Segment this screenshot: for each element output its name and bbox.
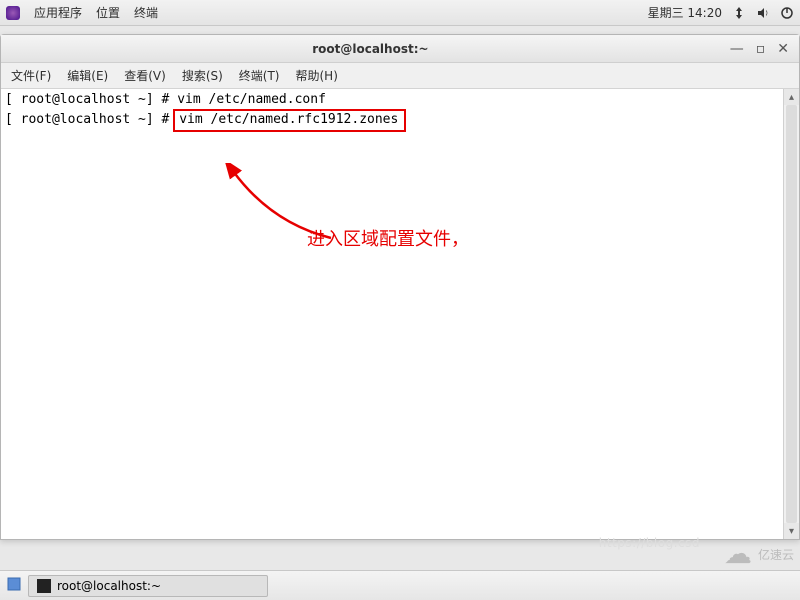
topbar-right: 星期三 14:20: [648, 4, 794, 21]
taskbar-entry-label: root@localhost:~: [57, 579, 161, 593]
menu-terminal[interactable]: 终端: [134, 4, 158, 21]
prompt-line-1: [ root@localhost ~] #: [5, 92, 177, 107]
brand-text: 亿速云: [758, 546, 794, 563]
network-icon[interactable]: [732, 6, 746, 20]
terminal-viewport[interactable]: [ root@localhost ~] # vim /etc/named.con…: [1, 89, 783, 539]
menubar: 文件(F) 编辑(E) 查看(V) 搜索(S) 终端(T) 帮助(H): [1, 63, 799, 89]
menu-help[interactable]: 帮助(H): [296, 67, 338, 84]
taskbar: root@localhost:~: [0, 570, 800, 600]
taskbar-entry[interactable]: root@localhost:~: [28, 575, 268, 597]
menu-view[interactable]: 查看(V): [124, 67, 166, 84]
topbar-left: 应用程序 位置 终端: [6, 4, 158, 21]
terminal-icon: [37, 579, 51, 593]
command-highlight-box: vim /etc/named.rfc1912.zones: [173, 109, 406, 132]
scroll-down-button[interactable]: ▾: [784, 523, 799, 539]
menu-places[interactable]: 位置: [96, 4, 120, 21]
vertical-scrollbar[interactable]: ▴ ▾: [783, 89, 799, 539]
close-button[interactable]: ✕: [777, 42, 789, 56]
desktop-topbar: 应用程序 位置 终端 星期三 14:20: [0, 0, 800, 26]
menu-edit[interactable]: 编辑(E): [67, 67, 108, 84]
command-line-1: vim /etc/named.conf: [177, 92, 326, 107]
maximize-button[interactable]: ▫: [756, 42, 766, 56]
watermark-url: https://blog.csd: [599, 536, 700, 550]
titlebar[interactable]: root@localhost:~ — ▫ ✕: [1, 35, 799, 63]
menu-applications[interactable]: 应用程序: [34, 4, 82, 21]
cloud-icon: ☁: [724, 540, 752, 568]
desktop-area: root@localhost:~ — ▫ ✕ 文件(F) 编辑(E) 查看(V)…: [0, 26, 800, 600]
watermark-brand: ☁ 亿速云: [724, 540, 794, 568]
menu-search[interactable]: 搜索(S): [182, 67, 223, 84]
power-icon[interactable]: [780, 6, 794, 20]
volume-icon[interactable]: [756, 6, 770, 20]
menu-file[interactable]: 文件(F): [11, 67, 51, 84]
window-title: root@localhost:~: [312, 42, 428, 56]
window-buttons: — ▫ ✕: [730, 42, 789, 56]
scroll-thumb[interactable]: [786, 105, 797, 523]
clock-label[interactable]: 星期三 14:20: [648, 4, 722, 21]
show-desktop-icon[interactable]: [6, 576, 22, 595]
terminal-window: root@localhost:~ — ▫ ✕ 文件(F) 编辑(E) 查看(V)…: [0, 34, 800, 540]
menu-terminal-m[interactable]: 终端(T): [239, 67, 280, 84]
minimize-button[interactable]: —: [730, 42, 744, 56]
gnome-logo-icon[interactable]: [6, 6, 20, 20]
command-line-2: vim /etc/named.rfc1912.zones: [179, 112, 398, 127]
scroll-up-button[interactable]: ▴: [784, 89, 799, 105]
prompt-line-2: [ root@localhost ~] #: [5, 112, 177, 127]
terminal-body: [ root@localhost ~] # vim /etc/named.con…: [1, 89, 799, 539]
annotation-label: 进入区域配置文件，: [307, 225, 469, 251]
